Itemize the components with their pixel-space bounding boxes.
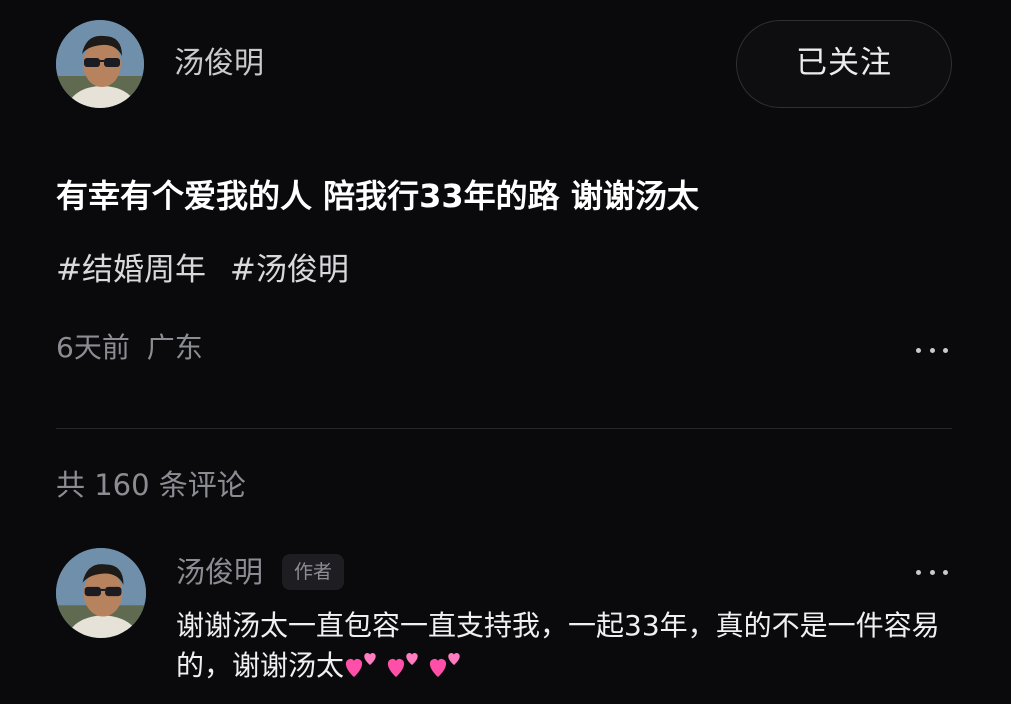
comment-author-name[interactable]: 汤俊明 (176, 552, 263, 592)
more-dots-icon[interactable] (912, 562, 952, 582)
author-badge: 作者 (282, 554, 345, 590)
hashtag-list: #结婚周年 #汤俊明 (56, 250, 363, 290)
more-dots-icon[interactable] (912, 340, 952, 360)
follow-button[interactable]: 已关注 (736, 20, 952, 108)
comment-count: 共 160 条评论 (56, 468, 246, 502)
user-photo-avatar-icon (56, 548, 146, 638)
user-photo-avatar-icon (56, 20, 144, 108)
post-time: 6天前 (56, 331, 130, 364)
divider (56, 428, 952, 429)
comment-body: 谢谢汤太一直包容一直支持我，一起33年，真的不是一件容易的，谢谢汤太 (176, 609, 940, 682)
author-name[interactable]: 汤俊明 (174, 46, 264, 82)
post-location: 广东 (146, 331, 203, 364)
hashtag-link[interactable]: #汤俊明 (230, 252, 349, 288)
author-avatar[interactable] (56, 20, 144, 108)
comment-text: 谢谢汤太一直包容一直支持我，一起33年，真的不是一件容易的，谢谢汤太 (176, 606, 952, 686)
two-hearts-icon (386, 651, 422, 681)
post-meta: 6天前 广东 (56, 330, 203, 366)
comment-author-avatar[interactable] (56, 548, 146, 638)
two-hearts-icon (428, 651, 464, 681)
post-header: 汤俊明 已关注 (56, 20, 952, 110)
comment-item: 汤俊明 作者 谢谢汤太一直包容一直支持我，一起33年，真的不是一件容易的，谢谢汤… (56, 548, 952, 704)
two-hearts-icon (344, 651, 380, 681)
post-text: 有幸有个爱我的人 陪我行33年的路 谢谢汤太 (56, 177, 699, 215)
hashtag-link[interactable]: #结婚周年 (56, 252, 206, 288)
